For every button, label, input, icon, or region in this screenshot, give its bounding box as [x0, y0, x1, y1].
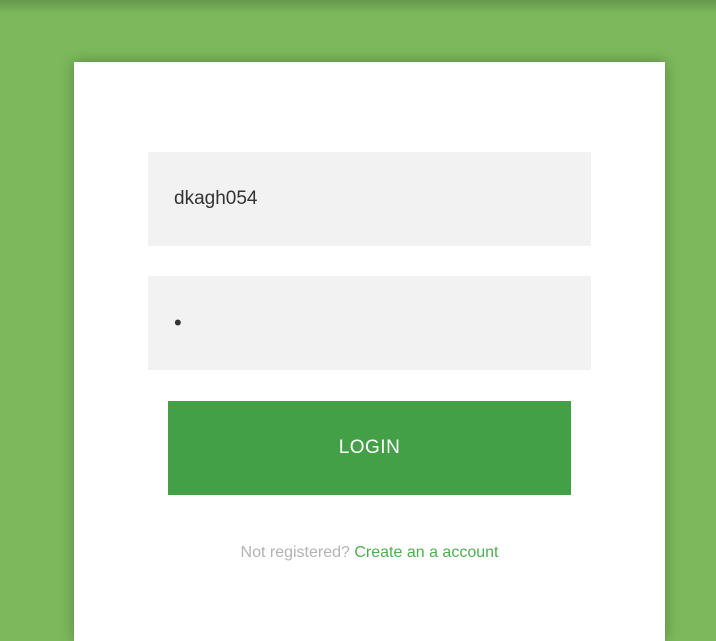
register-prompt-line: Not registered? Create an a account — [74, 544, 665, 562]
login-button[interactable]: LOGIN — [168, 401, 571, 495]
create-account-link[interactable]: Create an a account — [354, 544, 498, 561]
password-input[interactable] — [148, 276, 591, 370]
top-shadow — [0, 0, 716, 14]
username-input[interactable] — [148, 152, 591, 246]
register-prompt: Not registered? — [240, 544, 350, 561]
login-card: LOGIN Not registered? Create an a accoun… — [74, 62, 665, 641]
